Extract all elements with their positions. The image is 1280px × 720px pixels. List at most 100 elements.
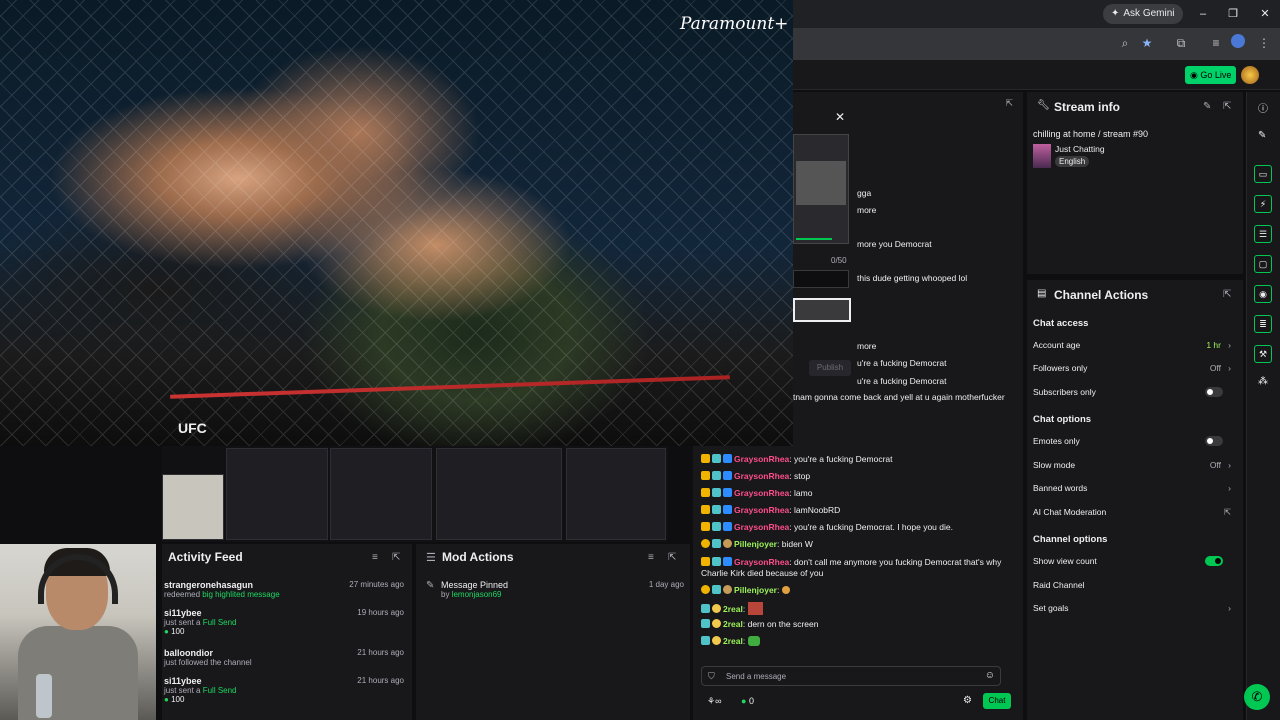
help-chat-icon[interactable]: ✆ [1244,684,1270,710]
video-player[interactable]: Paramount+ UFC [0,0,793,446]
popout-icon[interactable]: ⇱ [392,552,400,563]
activity-time: 21 hours ago [357,676,404,685]
webcam-thumbnail [162,474,224,540]
activity-item: si11ybee just sent a Full Send ● 100 19 … [162,608,412,636]
title-input[interactable] [793,270,849,288]
chat-username[interactable]: Pillenjoyer [734,539,777,549]
user-avatar[interactable] [1241,66,1259,84]
popout-icon[interactable]: ⇱ [1005,98,1013,109]
menu-kebab-icon[interactable]: ⋮ [1255,34,1273,52]
close-window-icon[interactable]: ✕ [1255,5,1275,23]
channel-actions-icon: ▤ [1037,288,1047,299]
chat-username[interactable]: GraysonRhea [734,522,789,532]
mod-action-item: ✎ Message Pinned by lemonjason69 1 day a… [424,580,684,599]
ai-moderation-row[interactable]: AI Chat Moderation ⇱ [1033,507,1237,517]
chat-username[interactable]: GraysonRhea [734,505,789,515]
chat-username[interactable]: 2real [723,604,743,614]
chat-bubble-icon[interactable]: ▢ [1254,255,1272,273]
chat-text: you're a fucking Democrat. I hope you di… [794,522,953,532]
chat-message: GraysonRhea: you're a fucking Democrat [701,454,1017,465]
wrench-icon[interactable]: ⚒ [1254,345,1272,363]
edit-icon[interactable]: ✎ [1258,130,1266,141]
minimize-icon[interactable]: – [1193,5,1213,23]
restore-icon[interactable]: ❐ [1223,5,1243,23]
activity-highlight: Full Send [202,618,237,627]
banned-words-row[interactable]: Banned words › [1033,483,1237,493]
stream-title: chilling at home / stream #90 [1033,129,1149,139]
chat-input[interactable]: ⛉ Send a message ☺ [701,666,1001,686]
chat-settings-icon[interactable]: ≣ [1254,315,1272,333]
volume-bar[interactable] [796,238,832,240]
account-age-value: 1 hr [1206,340,1221,350]
popout-icon[interactable]: ⇱ [1223,289,1231,300]
profile-icon[interactable] [1231,34,1245,48]
account-age-row[interactable]: Account age 1 hr › [1033,340,1237,350]
info-icon[interactable]: ⓘ [1258,100,1268,115]
chat-username[interactable]: 2real [723,636,743,646]
mod-action-by[interactable]: lemonjason69 [452,590,502,599]
rewards-icon[interactable]: ⚘∞ [707,696,721,707]
followers-only-row[interactable]: Followers only Off › [1033,363,1237,373]
slow-mode-row[interactable]: Slow mode Off › [1033,460,1237,470]
clip-icon[interactable]: ▭ [1254,165,1272,183]
activity-item: si11ybee just sent a Full Send ● 100 21 … [162,676,412,704]
filter-icon[interactable]: ≡ [648,552,654,563]
chat-username[interactable]: Pillenjoyer [734,585,777,595]
gemini-label: Ask Gemini [1123,8,1175,19]
activity-action: just sent a [164,686,201,695]
chat-settings-icon[interactable]: ⚙ [963,695,972,706]
address-bar: ⌕ ★ ⧉ ≡ ⋮ [793,28,1280,60]
filter-icon[interactable]: ≡ [372,552,378,563]
bookmark-star-icon[interactable]: ★ [1138,34,1156,52]
stream-preview-panel: ⇱ ✕ 0/50 Publish gga more more you Democ… [793,92,1023,446]
chat-send-button[interactable]: Chat [983,693,1011,709]
set-goals-row[interactable]: Set goals › [1033,603,1237,613]
activity-action: just followed the channel [164,658,252,667]
edit-icon[interactable]: ✎ [1203,101,1211,112]
close-icon[interactable]: ✕ [835,110,845,124]
category-boxart [1033,144,1051,168]
stream-category[interactable]: Just Chatting [1055,144,1105,154]
mod-actions-panel: ☰ Mod Actions ≡ ⇱ ✎ Message Pinned by le… [416,544,690,720]
chat-fragment: u're a fucking Democrat [857,358,947,368]
chat-message: 2real: [701,636,1017,647]
popout-icon[interactable]: ⇱ [668,552,676,563]
chat-message: GraysonRhea: stop [701,471,1017,482]
chat-username[interactable]: 2real [723,619,743,629]
emoji-icon[interactable]: ☺ [985,670,995,681]
subscribers-only-toggle[interactable] [1205,387,1223,397]
clip-waveform[interactable] [793,298,851,322]
show-view-count-toggle[interactable] [1205,556,1223,566]
broadcast-icon: ◉ [1190,70,1201,80]
chat-username[interactable]: GraysonRhea [734,471,789,481]
show-view-count-label: Show view count [1033,556,1097,566]
water-bottle [36,674,52,718]
chat-message: Pillenjoyer: [701,585,1017,596]
chat-text: stop [794,471,811,481]
raid-channel-row[interactable]: Raid Channel [1033,580,1237,590]
chat-message: 2real: dern on the screen [701,619,1017,630]
broadcast-icon[interactable]: ◉ [1254,285,1272,303]
channel-options-heading: Channel options [1033,534,1108,545]
chat-username[interactable]: GraysonRhea [734,488,789,498]
extensions-icon[interactable]: ⧉ [1172,34,1190,52]
publish-button[interactable]: Publish [809,360,851,376]
emotes-only-toggle[interactable] [1205,436,1223,446]
go-live-button[interactable]: ◉ Go Live [1185,66,1237,84]
chat-username[interactable]: GraysonRhea [734,454,789,464]
emote-icon [781,586,790,594]
language-tag[interactable]: English [1055,156,1090,167]
channel-points[interactable]: ● 0 [741,696,754,706]
list-icon[interactable]: ☰ [1254,225,1272,243]
zoom-icon[interactable]: ⌕ [1116,34,1134,52]
tab-strip: ✦ Ask Gemini – ❐ ✕ [793,0,1280,28]
reading-list-icon[interactable]: ≡ [1207,34,1225,52]
channel-actions-title: Channel Actions [1054,288,1149,302]
lightning-icon[interactable]: ⚡︎ [1254,195,1272,213]
add-action-icon[interactable]: ⁂ [1258,376,1268,387]
popout-icon[interactable]: ⇱ [1223,101,1231,112]
mod-actions-title: Mod Actions [442,550,514,564]
chat-username[interactable]: GraysonRhea [734,557,789,567]
chat-message: GraysonRhea: lamo [701,488,1017,499]
ask-gemini-button[interactable]: ✦ Ask Gemini [1103,4,1183,24]
